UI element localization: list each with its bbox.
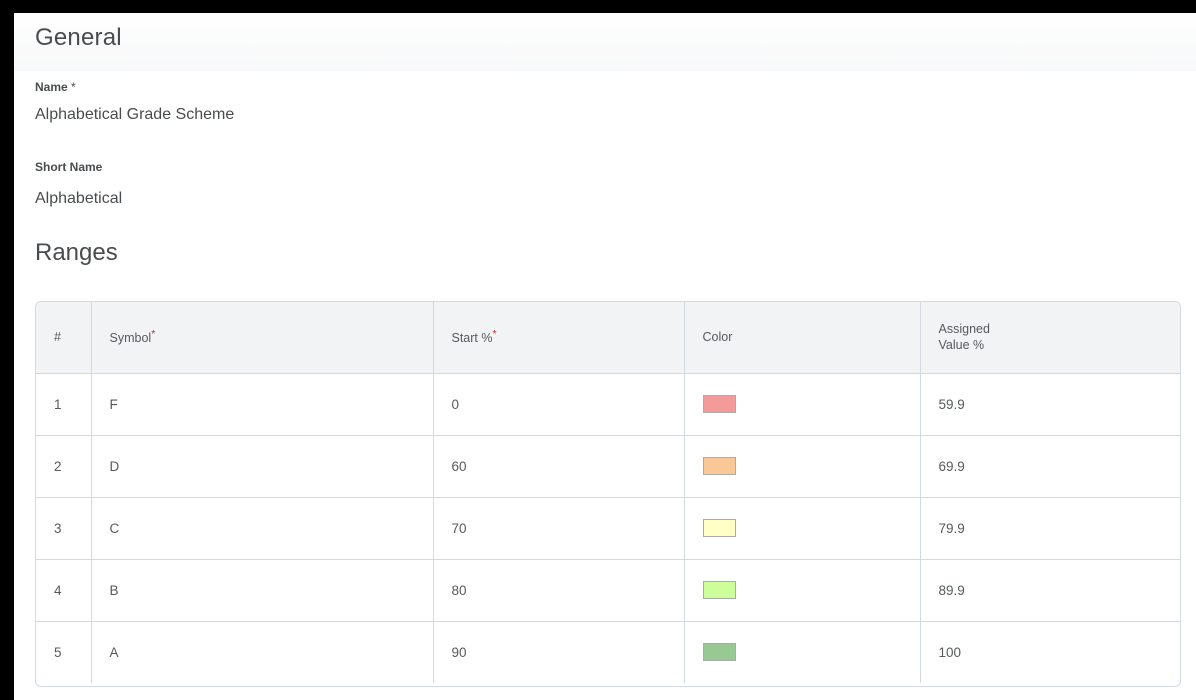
table-row: 2 D 60 69.9 [36,435,1180,498]
row-start-percent: 0 [433,373,685,436]
row-number: 1 [36,373,92,436]
table-row: 5 A 90 100 [36,621,1180,683]
row-color-cell [684,497,921,560]
name-value: Alphabetical Grade Scheme [35,106,235,123]
row-start-percent: 60 [433,435,685,498]
table-row: 4 B 80 89.9 [36,559,1180,622]
color-swatch [702,519,736,537]
row-symbol: A [91,621,434,683]
ranges-table: # Symbol* Start %* Color Assigned Value … [35,301,1181,687]
color-swatch [702,457,736,475]
row-symbol: C [91,497,434,560]
row-color-cell [684,435,921,498]
row-color-cell [684,373,921,436]
row-color-cell [684,621,921,683]
column-header-color: Color [684,302,921,374]
column-header-symbol: Symbol* [91,302,434,374]
table-row: 3 C 70 79.9 [36,497,1180,560]
table-header-row: # Symbol* Start %* Color Assigned Value … [36,302,1180,374]
ranges-heading: Ranges [35,239,118,266]
column-header-symbol-label: Symbol [109,331,152,346]
color-swatch [702,581,736,599]
required-marker: * [71,80,76,94]
row-number: 3 [36,497,92,560]
column-header-assigned-line2: Value % [938,338,985,353]
column-header-assigned-value: Assigned Value % [920,302,1180,374]
row-symbol: F [91,373,434,436]
row-color-cell [684,559,921,622]
row-assigned-value: 79.9 [920,497,1180,560]
general-heading: General [35,24,122,51]
color-swatch [702,643,736,662]
row-symbol: B [91,559,434,622]
section-header-band [14,13,1196,71]
row-symbol: D [91,435,434,498]
column-header-number: # [36,302,92,374]
row-number: 4 [36,559,92,622]
name-label-text: Name [35,80,68,94]
row-start-percent: 90 [433,621,685,683]
column-header-assigned-line1: Assigned [938,322,990,337]
column-header-start: Start %* [433,302,685,374]
row-number: 2 [36,435,92,498]
name-label: Name * [35,80,76,94]
color-swatch [702,395,736,413]
short-name-label: Short Name [35,160,103,174]
row-assigned-value: 69.9 [920,435,1180,498]
row-start-percent: 80 [433,559,685,622]
required-marker: * [492,329,497,341]
row-start-percent: 70 [433,497,685,560]
row-assigned-value: 59.9 [920,373,1180,436]
column-header-start-label: Start % [451,331,493,346]
row-assigned-value: 89.9 [920,559,1180,622]
required-marker: * [151,329,156,341]
page-frame: General Name * Alphabetical Grade Scheme… [14,13,1196,700]
row-assigned-value: 100 [938,644,962,660]
short-name-value: Alphabetical [35,190,123,207]
row-number: 5 [36,621,92,683]
table-row: 1 F 0 59.9 [36,373,1180,436]
